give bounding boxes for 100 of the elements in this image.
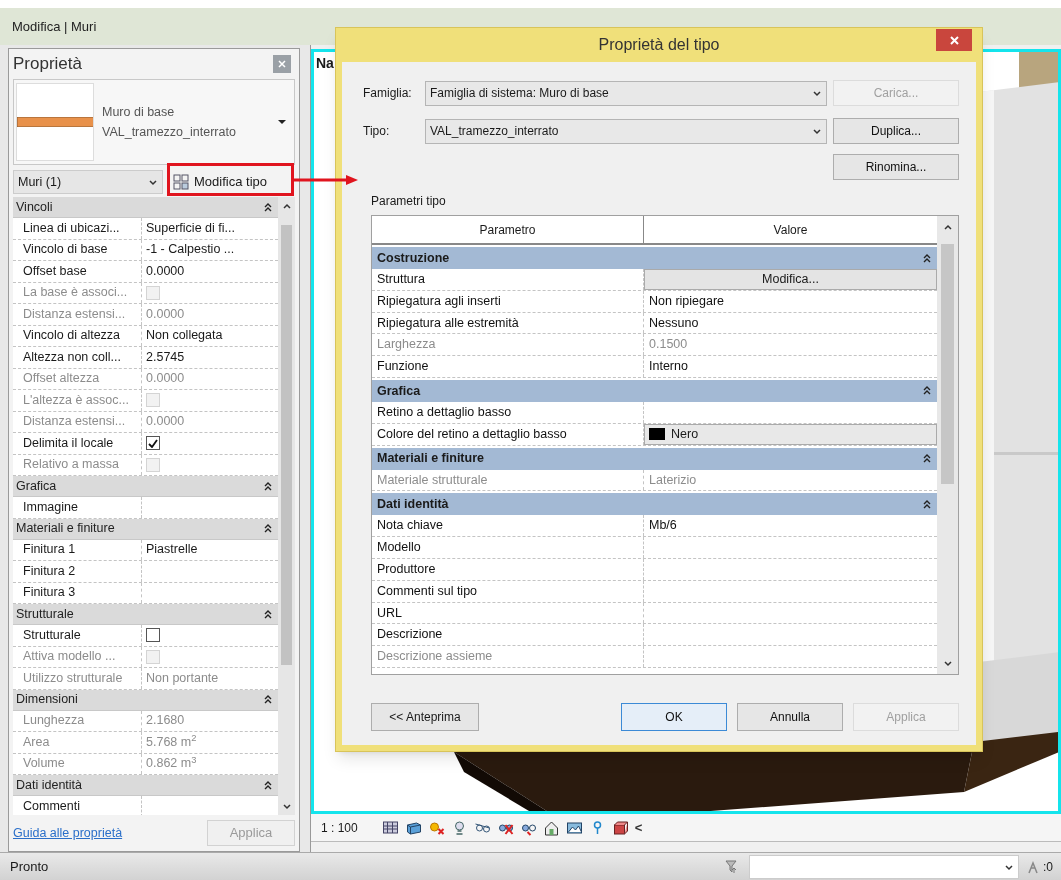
collapse-icon[interactable]	[264, 480, 272, 492]
close-button[interactable]	[273, 55, 291, 73]
collapse-icon[interactable]	[264, 779, 272, 791]
scale-label[interactable]: 1 : 100	[321, 818, 358, 837]
section-header[interactable]: Materiali e finiture	[13, 518, 278, 540]
section-header[interactable]: Dati identità	[372, 493, 937, 516]
collapse-icon[interactable]	[264, 523, 272, 534]
dropdown-arrow-icon[interactable]	[278, 120, 286, 124]
cube-icon[interactable]	[404, 819, 422, 836]
property-label: Offset altezza	[22, 370, 101, 388]
house-icon[interactable]	[542, 819, 560, 836]
collapse-icon[interactable]	[923, 252, 931, 264]
scrollbar[interactable]	[937, 216, 958, 674]
color-button[interactable]: Nero	[644, 423, 937, 445]
dialog-button[interactable]: OK	[621, 703, 727, 731]
parameter-label: Descrizione assieme	[372, 646, 644, 667]
grid-icon[interactable]	[381, 819, 399, 836]
section-header[interactable]: Strutturale	[13, 604, 278, 625]
ribbon-context-title: Modifica | Muri	[12, 17, 97, 36]
selection-count: :0	[1043, 858, 1053, 876]
collapse-icon[interactable]	[923, 498, 931, 510]
close-button[interactable]	[936, 29, 972, 51]
scroll-down-icon[interactable]	[281, 801, 292, 811]
section-header[interactable]: Dimensioni	[13, 689, 278, 711]
section-header[interactable]: Dati identità	[13, 775, 278, 796]
property-value[interactable]: Non collegata	[146, 326, 223, 346]
parameter-value[interactable]: Mb/6	[644, 516, 677, 536]
family-dropdown[interactable]: Famiglia di sistema: Muro di base	[425, 80, 827, 106]
property-value[interactable]: Superficie di fi...	[146, 218, 235, 238]
column-header[interactable]: Valore	[644, 216, 937, 243]
property-value[interactable]: -1 - Calpestio ...	[146, 240, 235, 260]
property-label: Vincolo di altezza	[22, 327, 122, 345]
property-label: Area	[22, 733, 51, 751]
table-icon[interactable]	[173, 174, 189, 190]
section-header[interactable]: Grafica	[372, 380, 937, 402]
collapse-icon[interactable]	[264, 201, 272, 213]
arrow	[294, 175, 358, 185]
checkbox[interactable]	[146, 436, 160, 451]
property-label: Finitura 1	[22, 541, 77, 559]
view-title: Na	[316, 53, 334, 73]
scrollbar[interactable]	[278, 197, 295, 815]
parameter-label: URL	[372, 602, 644, 624]
stacked-cubes-icon[interactable]	[611, 819, 629, 836]
property-label: Attiva modello ...	[22, 648, 117, 666]
scroll-up-icon[interactable]	[942, 222, 953, 232]
sun-icon[interactable]	[427, 819, 445, 836]
dialog-button[interactable]: Annulla	[737, 703, 843, 731]
filter-dropdown[interactable]: Muri (1)	[13, 170, 163, 194]
collapse-icon[interactable]	[264, 694, 272, 705]
scroll-up-icon[interactable]	[281, 201, 292, 211]
edit-type-button[interactable]: Modifica tipo	[169, 169, 271, 195]
wall-swatch-icon	[17, 117, 93, 127]
property-value: Non portante	[146, 669, 219, 687]
dialog-title: Proprietà del tipo	[598, 35, 720, 55]
column-header[interactable]: Parametro	[372, 216, 644, 243]
dialog-button[interactable]: Duplica...	[833, 118, 959, 144]
property-label: Linea di ubicazi...	[22, 219, 121, 237]
property-value[interactable]: 0.0000	[146, 261, 185, 281]
chevron-down-icon[interactable]	[148, 177, 158, 187]
property-label: Lunghezza	[22, 712, 86, 730]
collapse-toolbar-button[interactable]: <	[634, 817, 643, 838]
property-label: Altezza non coll...	[22, 348, 122, 366]
collapse-icon[interactable]	[923, 385, 931, 397]
property-label: Offset base	[22, 262, 88, 280]
collapse-icon[interactable]	[264, 608, 272, 620]
parameter-value[interactable]: Nessuno	[644, 313, 699, 333]
section-header[interactable]: Materiali e finiture	[372, 447, 937, 470]
scrollbar-thumb[interactable]	[281, 225, 292, 665]
section-header[interactable]: Vincoli	[13, 197, 278, 218]
scroll-down-icon[interactable]	[942, 658, 953, 668]
chevron-down-icon[interactable]	[812, 88, 822, 98]
preview-button[interactable]: << Anteprima	[371, 703, 479, 731]
close-icon[interactable]	[278, 60, 286, 68]
parameter-value: Laterizio	[648, 471, 697, 489]
dialog-button[interactable]: Rinomina...	[833, 154, 959, 180]
picture-frame-icon[interactable]	[565, 819, 583, 836]
property-label: Finitura 2	[22, 562, 77, 580]
help-link[interactable]: Guida alle proprietà	[13, 823, 123, 843]
section-header[interactable]: Grafica	[13, 476, 278, 497]
close-icon[interactable]	[949, 35, 959, 45]
parameter-label: Commenti sul tipo	[372, 580, 644, 602]
collapse-icon[interactable]	[923, 453, 931, 465]
checkbox[interactable]	[146, 628, 160, 643]
field-label: Famiglia:	[363, 85, 413, 102]
scrollbar-thumb[interactable]	[941, 244, 954, 484]
property-value[interactable]: 2.5745	[146, 347, 185, 367]
section-header[interactable]: Costruzione	[372, 247, 937, 269]
parameter-label: Materiale strutturale	[372, 469, 644, 491]
property-value: 0.862 m$^{3}$	[146, 754, 197, 773]
parameter-value[interactable]: Non ripiegare	[644, 291, 725, 311]
property-value[interactable]: Piastrelle	[146, 540, 198, 560]
type-selector[interactable]: Muro di base VAL_tramezzo_interrato	[13, 79, 295, 165]
property-value: 5.768 m$^{2}$	[146, 732, 197, 751]
chevron-down-icon[interactable]	[812, 126, 822, 136]
parameter-value[interactable]: Interno	[644, 357, 688, 376]
property-value: 0.0000	[146, 370, 185, 388]
type-dropdown[interactable]: VAL_tramezzo_interrato	[425, 118, 827, 144]
structure-edit-button[interactable]: Modifica...	[644, 269, 937, 290]
property-label: Commenti	[22, 797, 81, 815]
parameter-label: Retino a dettaglio basso	[372, 402, 644, 423]
